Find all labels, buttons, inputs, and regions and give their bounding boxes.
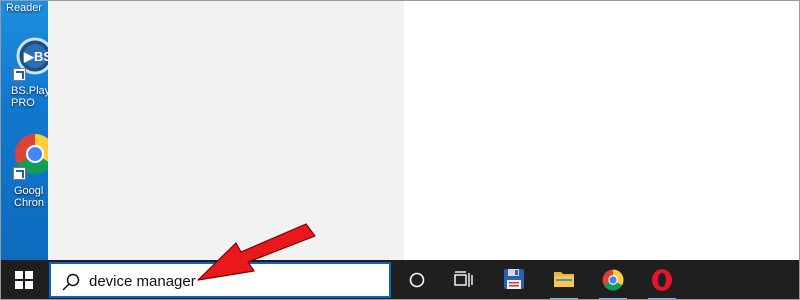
start-button[interactable] xyxy=(0,260,48,300)
opera-icon xyxy=(652,269,672,291)
desktop: Reader ▶BS BS.Playe PRO Googl Chron xyxy=(0,0,56,260)
file-explorer-icon xyxy=(554,272,574,287)
taskbar-app-opera[interactable] xyxy=(638,260,686,300)
start-menu-right-pane xyxy=(404,0,800,260)
task-view-button[interactable] xyxy=(440,260,488,300)
taskbar-app-save[interactable] xyxy=(490,260,538,300)
cortana-icon xyxy=(409,272,425,288)
search-input[interactable]: device manager xyxy=(49,262,391,298)
shortcut-arrow-icon xyxy=(13,68,26,81)
desktop-icon-label-chrome[interactable]: Googl Chron xyxy=(14,185,44,209)
cortana-button[interactable] xyxy=(393,260,441,300)
desktop-icon-label-reader[interactable]: Reader xyxy=(6,2,42,14)
search-icon xyxy=(62,273,80,291)
chrome-icon xyxy=(602,269,624,291)
save-floppy-icon xyxy=(504,269,524,289)
windows-start-icon xyxy=(15,271,33,289)
shortcut-arrow-icon xyxy=(13,167,26,180)
taskbar-app-file-explorer[interactable] xyxy=(540,260,588,300)
taskbar-app-chrome[interactable] xyxy=(589,260,637,300)
task-view-icon xyxy=(454,271,473,287)
search-query[interactable]: device manager xyxy=(89,273,196,290)
start-menu-left-pane xyxy=(48,0,404,260)
